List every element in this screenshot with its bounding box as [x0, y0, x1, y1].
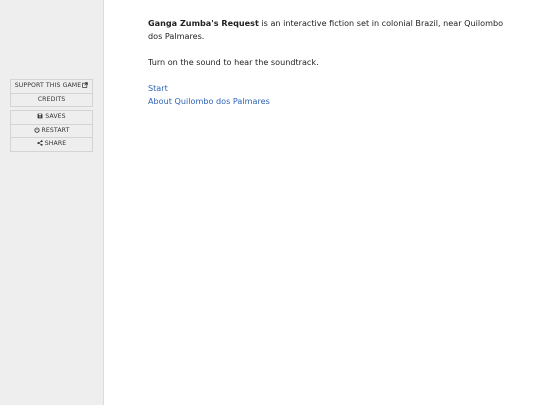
restart-label: RESTART [41, 126, 70, 134]
restart-icon [33, 127, 40, 133]
share-icon [37, 140, 43, 147]
sound-note: Turn on the sound to hear the soundtrack… [148, 57, 319, 67]
restart-button[interactable]: RESTART [11, 123, 92, 138]
saves-button[interactable]: SAVES [11, 111, 92, 124]
saves-label: SAVES [45, 113, 66, 120]
support-this-game-label: SUPPORT THIS GAME [14, 82, 82, 89]
share-label: SHARE [44, 140, 67, 147]
share-button[interactable]: SHARE [11, 137, 92, 151]
credits-button[interactable]: CREDITS [11, 92, 92, 107]
support-this-game-button[interactable]: SUPPORT THIS GAME [11, 80, 92, 93]
sidebar-bottom-menu: SAVES RESTART SHARE [10, 110, 93, 152]
start-link[interactable]: Start [148, 82, 508, 95]
intro-paragraph: Ganga Zumba's Request is an interactive … [148, 17, 508, 43]
sidebar: SUPPORT THIS GAME CREDITS SAVES RESTART … [0, 0, 104, 405]
passage-content: Ganga Zumba's Request is an interactive … [148, 17, 508, 108]
external-link-icon [82, 82, 89, 89]
passage-links: Start About Quilombo dos Palmares [148, 82, 508, 108]
game-title: Ganga Zumba's Request [148, 18, 259, 28]
floppy-disk-icon [37, 113, 43, 119]
credits-label: CREDITS [37, 95, 66, 103]
about-quilombo-link[interactable]: About Quilombo dos Palmares [148, 95, 508, 108]
sidebar-top-menu: SUPPORT THIS GAME CREDITS [10, 79, 93, 107]
